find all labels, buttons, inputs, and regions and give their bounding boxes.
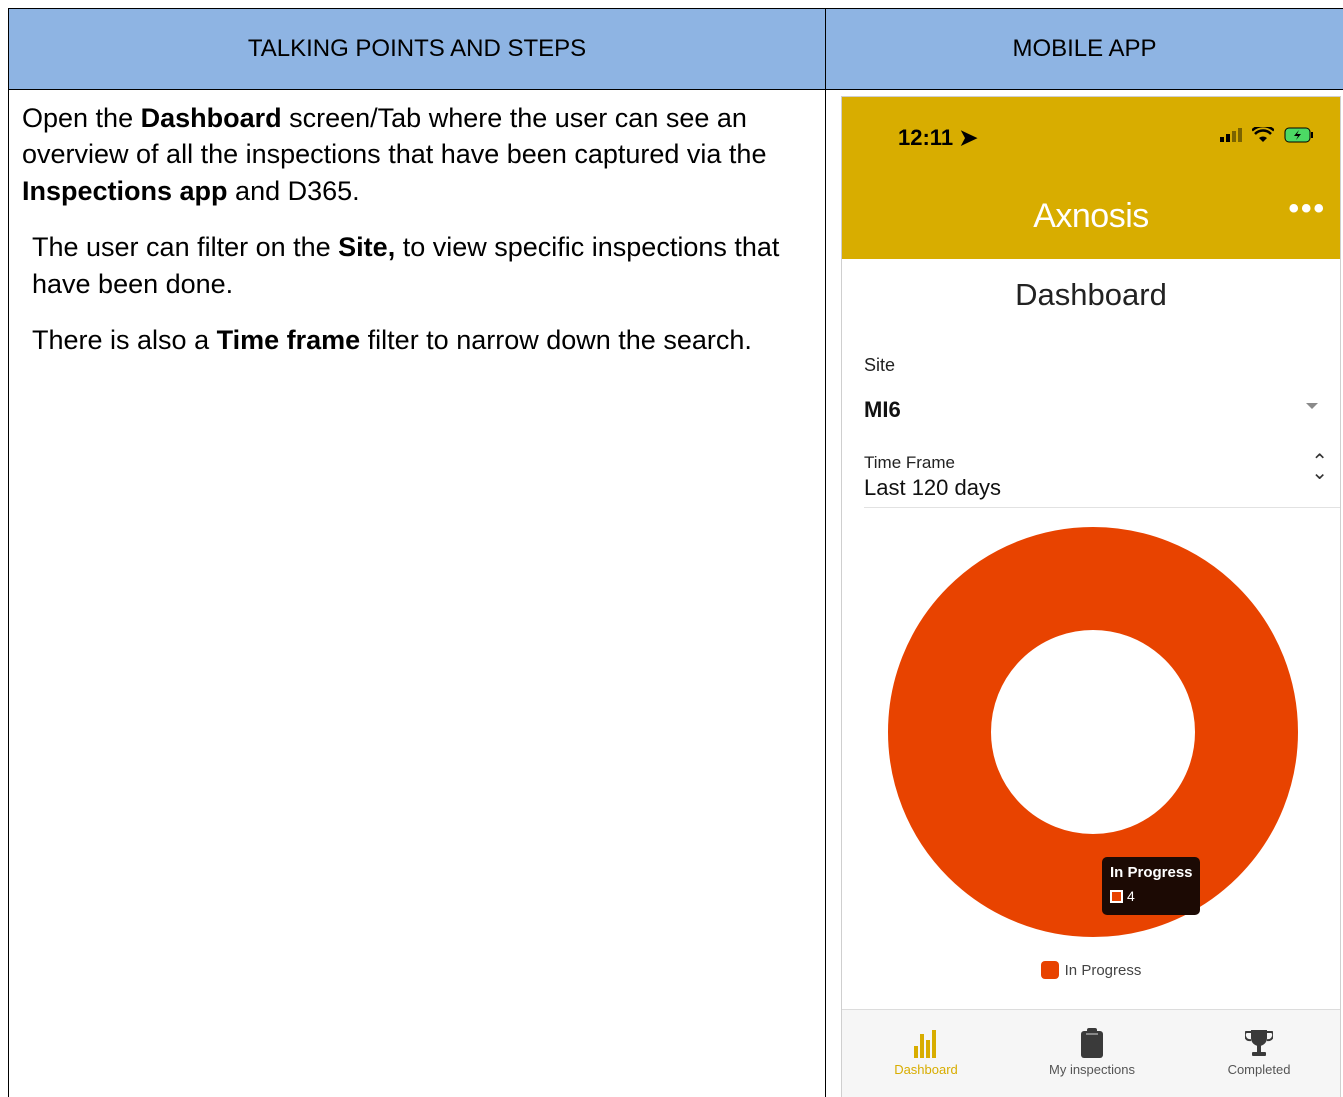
tooltip-value: 4 [1127,888,1135,904]
dropdown-caret-icon[interactable] [1306,403,1318,409]
wifi-icon [1252,127,1274,142]
tp1-bold-1: Dashboard [140,103,282,133]
table-border-left [8,89,9,1097]
mobile-app-screenshot: 12:11 ➤ Axnosis ••• Dashboard Site MI6 T… [841,96,1341,1097]
legend-label: In Progress [1064,961,1142,979]
tp3-text-2: filter to narrow down the search. [360,325,752,356]
legend-swatch [1040,961,1059,979]
tp2-bold-1: Site, [338,232,396,263]
tab-my-inspections[interactable]: My inspections [1022,1022,1162,1077]
tp1-text-1: Open the [22,103,141,133]
donut-slice-in-progress[interactable] [888,527,1298,937]
left-header-text: TALKING POINTS AND STEPS [247,35,587,62]
page-title: Dashboard [1015,277,1167,312]
axnosis-logo: Axnosis [842,197,1340,236]
talking-point-1: Open the Dashboard screen/Tab where the … [22,100,812,209]
battery-charging-icon [1284,127,1313,143]
bottom-tab-bar: Dashboard My inspections Completed [842,1009,1340,1097]
left-column-header: TALKING POINTS AND STEPS [8,8,826,90]
logo-text: Axnosis [1033,197,1149,235]
timeframe-select[interactable]: Last 120 days [864,475,1001,501]
tab-my-inspections-label: My inspections [1049,1062,1135,1077]
tp3-text-1: There is also a [32,325,217,356]
divider [864,507,1340,508]
tp2-text-1: The user can filter on the [32,232,339,263]
status-time-text: 12:11 [898,125,954,150]
status-icons [1220,127,1314,143]
tab-completed[interactable]: Completed [1189,1022,1329,1077]
chart-legend[interactable]: In Progress [842,961,1340,979]
tp1-text-3: and D365. [227,175,360,206]
chart-tooltip: In Progress 4 [1102,857,1200,915]
tp1-bold-2: Inspections app [22,175,228,206]
clipboard-icon [1081,1028,1103,1058]
tab-completed-label: Completed [1227,1062,1291,1077]
table-border-middle [825,89,826,1097]
bar-chart-icon [914,1030,936,1058]
timeframe-label: Time Frame [864,453,955,472]
site-dropdown[interactable]: MI6 [864,397,901,423]
tooltip-swatch [1110,890,1123,903]
tab-dashboard-label: Dashboard [894,1062,958,1077]
more-options-button[interactable]: ••• [1288,194,1326,224]
talking-point-3: There is also a Time frame filter to nar… [22,322,812,358]
tab-dashboard[interactable]: Dashboard [856,1022,996,1077]
location-arrow-icon: ➤ [959,125,978,150]
status-time: 12:11 ➤ [898,125,978,151]
talking-points: Open the Dashboard screen/Tab where the … [22,100,812,379]
talking-point-2: The user can filter on the Site, to view… [22,229,812,302]
tp3-bold-1: Time frame [216,325,361,356]
app-header: 12:11 ➤ Axnosis ••• [842,97,1340,259]
signal-icon [1220,128,1242,142]
more-options-icon: ••• [1288,192,1326,225]
chevron-up-down-icon[interactable]: ⌃ ⌄ [1311,452,1328,483]
tooltip-title: In Progress [1110,864,1193,881]
trophy-icon [1245,1030,1273,1056]
donut-chart: 4 [888,527,1298,937]
right-column-header: MOBILE APP [825,8,1343,90]
right-header-text: MOBILE APP [1012,35,1157,62]
site-label: Site [864,355,896,375]
